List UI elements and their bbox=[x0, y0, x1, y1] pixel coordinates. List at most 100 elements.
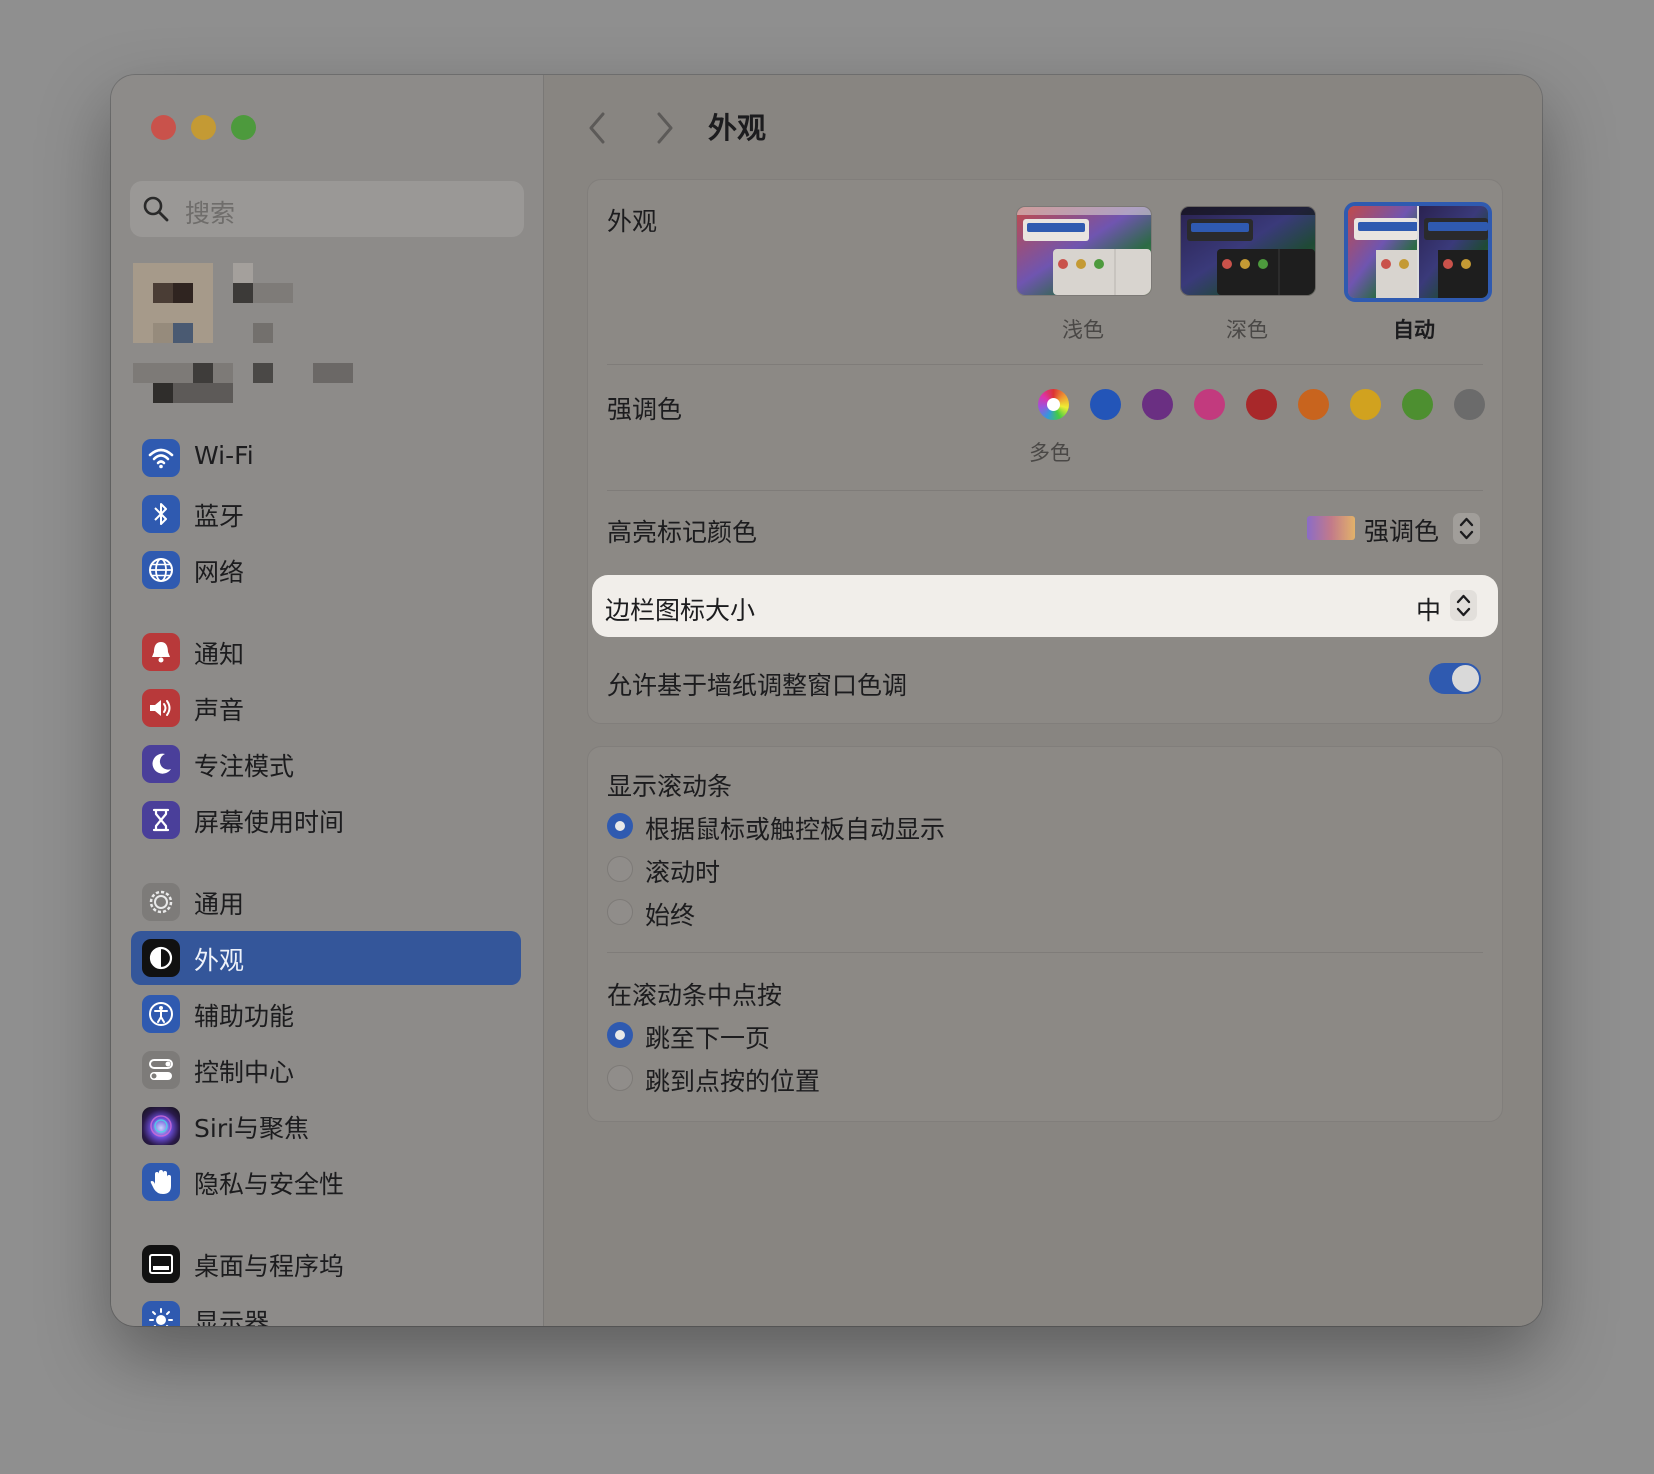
close-window-button[interactable] bbox=[151, 115, 176, 140]
radio-scroll-when-scrolling[interactable] bbox=[607, 856, 633, 882]
search-field[interactable]: 搜索 bbox=[130, 181, 524, 237]
sidebar-item-general[interactable]: 通用 bbox=[131, 875, 521, 929]
sidebar-icon-size-row: 边栏图标大小 中 bbox=[592, 575, 1498, 637]
accent-orange[interactable] bbox=[1298, 389, 1329, 420]
accessibility-icon bbox=[142, 995, 180, 1033]
up-down-chevron-icon bbox=[1459, 517, 1474, 540]
chevron-left-icon bbox=[589, 112, 605, 144]
appearance-option-label: 浅色 bbox=[1062, 318, 1104, 342]
sidebar-item-label: 屏幕使用时间 bbox=[194, 808, 345, 837]
sidebar-icon-size-stepper[interactable] bbox=[1450, 590, 1477, 621]
accent-selected-caption: 多色 bbox=[1029, 441, 1071, 465]
sun-icon bbox=[142, 1301, 180, 1326]
sidebar-item-label: Wi-Fi bbox=[194, 441, 254, 470]
chevron-right-icon bbox=[657, 112, 673, 144]
highlight-color-swatch bbox=[1307, 516, 1355, 540]
dark-preview-icon bbox=[1181, 207, 1315, 295]
bell-icon bbox=[142, 633, 180, 671]
sidebar-item-label: 辅助功能 bbox=[194, 1002, 295, 1031]
sidebar-item-label: 外观 bbox=[194, 946, 245, 975]
minimize-window-button[interactable] bbox=[191, 115, 216, 140]
accent-multicolor[interactable] bbox=[1038, 389, 1069, 420]
wallpaper-tinting-label: 允许基于墙纸调整窗口色调 bbox=[607, 671, 908, 700]
toggles-icon bbox=[142, 1051, 180, 1089]
highlight-color-stepper[interactable] bbox=[1453, 513, 1480, 544]
radio-jump-next-page[interactable] bbox=[607, 1022, 633, 1048]
sidebar-item-privacy[interactable]: 隐私与安全性 bbox=[131, 1155, 521, 1209]
accent-pink[interactable] bbox=[1194, 389, 1225, 420]
accent-yellow[interactable] bbox=[1350, 389, 1381, 420]
back-button[interactable] bbox=[586, 111, 608, 154]
main-pane: 外观 外观 浅色 深色 自动 强调色 多色 高亮标记颜色 强调色 允许基于墙纸调… bbox=[544, 75, 1542, 1326]
sidebar-item-label: Siri与聚焦 bbox=[194, 1114, 310, 1143]
radio-label[interactable]: 始终 bbox=[645, 896, 695, 932]
light-preview-icon bbox=[1017, 207, 1151, 295]
sidebar-item-screen-time[interactable]: 屏幕使用时间 bbox=[131, 793, 521, 847]
sidebar-item-label: 声音 bbox=[194, 696, 245, 725]
sidebar-item-siri[interactable]: Siri与聚焦 bbox=[131, 1099, 521, 1153]
sidebar-item-focus[interactable]: 专注模式 bbox=[131, 737, 521, 791]
sidebar-item-label: 网络 bbox=[194, 558, 245, 587]
speaker-icon bbox=[142, 689, 180, 727]
accent-green[interactable] bbox=[1402, 389, 1433, 420]
appearance-option-dark[interactable] bbox=[1180, 206, 1316, 296]
sidebar-item-desktop-dock[interactable]: 桌面与程序坞 bbox=[131, 1237, 521, 1291]
radio-scroll-auto[interactable] bbox=[607, 813, 633, 839]
scrollbar-card: 显示滚动条 根据鼠标或触控板自动显示 滚动时 始终 在滚动条中点按 跳至下一页 … bbox=[587, 746, 1503, 1122]
sidebar-icon-size-label: 边栏图标大小 bbox=[605, 596, 756, 625]
wallpaper-tinting-toggle[interactable] bbox=[1429, 663, 1481, 694]
bluetooth-icon bbox=[142, 495, 180, 533]
highlight-color-value[interactable]: 强调色 bbox=[1364, 512, 1439, 548]
divider bbox=[607, 952, 1483, 953]
divider bbox=[607, 364, 1483, 365]
sidebar-item-label: 专注模式 bbox=[194, 752, 295, 781]
sidebar-item-appearance[interactable]: 外观 bbox=[131, 931, 521, 985]
search-icon bbox=[143, 196, 169, 222]
appearance-option-label: 深色 bbox=[1226, 318, 1268, 342]
accent-color-label: 强调色 bbox=[607, 395, 683, 424]
accent-blue[interactable] bbox=[1090, 389, 1121, 420]
accent-graphite[interactable] bbox=[1454, 389, 1485, 420]
sidebar-item-label: 通知 bbox=[194, 640, 245, 669]
sidebar-icon-size-value[interactable]: 中 bbox=[1416, 591, 1441, 627]
radio-label[interactable]: 跳到点按的位置 bbox=[645, 1062, 820, 1098]
sidebar-item-label: 蓝牙 bbox=[194, 502, 245, 531]
sidebar-item-notifications[interactable]: 通知 bbox=[131, 625, 521, 679]
sidebar-item-accessibility[interactable]: 辅助功能 bbox=[131, 987, 521, 1041]
click-scrollbar-label: 在滚动条中点按 bbox=[607, 981, 783, 1010]
moon-icon bbox=[142, 745, 180, 783]
sidebar: 搜索 Wi-Fi 蓝牙 网络 通知 声音 专注模式 屏幕使用时间 通用 外观 辅… bbox=[111, 75, 544, 1326]
gear-icon bbox=[142, 883, 180, 921]
wifi-icon bbox=[142, 439, 180, 477]
appearance-option-label: 自动 bbox=[1393, 318, 1435, 342]
sidebar-item-network[interactable]: 网络 bbox=[131, 543, 521, 597]
radio-scroll-always[interactable] bbox=[607, 899, 633, 925]
up-down-chevron-icon bbox=[1456, 594, 1471, 617]
accent-purple[interactable] bbox=[1142, 389, 1173, 420]
divider bbox=[607, 490, 1483, 491]
appearance-option-light[interactable] bbox=[1016, 206, 1152, 296]
sidebar-item-label: 通用 bbox=[194, 890, 245, 919]
radio-label[interactable]: 跳至下一页 bbox=[645, 1019, 770, 1055]
zoom-window-button[interactable] bbox=[231, 115, 256, 140]
sidebar-item-control-center[interactable]: 控制中心 bbox=[131, 1043, 521, 1097]
show-scrollbars-label: 显示滚动条 bbox=[607, 772, 733, 801]
forward-button[interactable] bbox=[654, 111, 676, 154]
siri-icon bbox=[142, 1107, 180, 1145]
sidebar-item-wifi[interactable]: Wi-Fi bbox=[131, 431, 521, 485]
sidebar-item-sound[interactable]: 声音 bbox=[131, 681, 521, 735]
page-title: 外观 bbox=[708, 111, 767, 145]
sidebar-item-bluetooth[interactable]: 蓝牙 bbox=[131, 487, 521, 541]
appearance-card: 外观 浅色 深色 自动 强调色 多色 高亮标记颜色 强调色 允许基于墙纸调整窗口… bbox=[587, 179, 1503, 724]
radio-label[interactable]: 滚动时 bbox=[645, 853, 720, 889]
settings-window: 搜索 Wi-Fi 蓝牙 网络 通知 声音 专注模式 屏幕使用时间 通用 外观 辅… bbox=[111, 75, 1542, 1326]
radio-label[interactable]: 根据鼠标或触控板自动显示 bbox=[645, 810, 945, 846]
auto-preview-icon bbox=[1348, 206, 1488, 298]
sidebar-item-label: 控制中心 bbox=[194, 1058, 295, 1087]
globe-icon bbox=[142, 551, 180, 589]
accent-red[interactable] bbox=[1246, 389, 1277, 420]
sidebar-item-displays[interactable]: 显示器 bbox=[131, 1293, 521, 1326]
hand-icon bbox=[142, 1163, 180, 1201]
radio-jump-to-spot[interactable] bbox=[607, 1065, 633, 1091]
appearance-option-auto[interactable] bbox=[1344, 202, 1492, 302]
